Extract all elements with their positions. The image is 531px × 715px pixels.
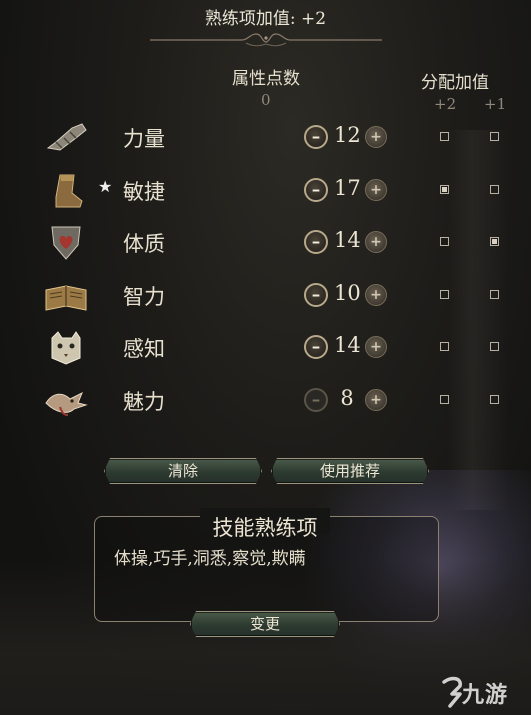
bonus-plus1-checkbox[interactable]	[490, 185, 499, 194]
increase-button[interactable]: +	[365, 336, 387, 358]
owlbear-icon	[51, 331, 81, 365]
ability-score: 14	[334, 228, 361, 252]
decrease-button[interactable]: –	[304, 283, 328, 307]
clear-button[interactable]: 清除	[104, 458, 262, 484]
bonus-plus2-checkbox[interactable]	[440, 132, 449, 141]
bonus-plus2-header: +2	[434, 95, 457, 113]
attribute-points-label: 属性点数	[232, 69, 300, 89]
skill-proficiencies-title: 技能熟练项	[212, 516, 318, 540]
ability-name: 力量	[123, 127, 165, 151]
increase-button[interactable]: +	[365, 179, 387, 201]
decrease-button[interactable]: –	[304, 125, 328, 149]
primary-ability-star: ★	[98, 177, 113, 196]
skill-proficiencies-list: 体操,巧手,洞悉,察觉,欺瞒	[114, 549, 306, 569]
ornament-divider	[150, 33, 382, 47]
ability-row: 体质 –14 +	[0, 219, 531, 267]
ability-row: 力量 –12 +	[0, 114, 531, 162]
increase-button[interactable]: +	[365, 284, 387, 306]
decrease-button[interactable]: –	[304, 178, 328, 202]
gauntlet-icon	[46, 123, 87, 151]
ability-row: 感知 –14 +	[0, 324, 531, 372]
ability-score: 14	[334, 333, 361, 357]
ability-score: 12	[334, 123, 361, 147]
ability-row: 智力 –10 +	[0, 272, 531, 320]
ability-name: 体质	[123, 232, 165, 256]
watermark-text: 九游	[462, 683, 509, 708]
ability-name: 感知	[123, 337, 165, 361]
ability-row: ★ 敏捷 –17 +	[0, 167, 531, 215]
bonus-plus1-header: +1	[484, 95, 507, 113]
open-book-icon	[45, 285, 87, 311]
ability-name: 魅力	[123, 390, 165, 414]
proficiency-bonus-title: 熟练项加值: +2	[204, 9, 327, 29]
bonus-plus2-checkbox[interactable]	[440, 342, 449, 351]
decrease-button[interactable]: –	[304, 388, 328, 412]
attribute-points-value: 0	[261, 91, 271, 109]
bonus-plus2-checkbox[interactable]	[440, 185, 449, 194]
bird-icon	[45, 391, 88, 416]
ability-score: 17	[334, 176, 361, 200]
use-recommended-button[interactable]: 使用推荐	[271, 458, 429, 484]
bonus-plus1-checkbox[interactable]	[490, 237, 499, 246]
bonus-plus1-checkbox[interactable]	[490, 290, 499, 299]
increase-button[interactable]: +	[365, 231, 387, 253]
bonus-plus2-checkbox[interactable]	[440, 395, 449, 404]
change-button[interactable]: 变更	[190, 611, 340, 637]
ability-row: 魅力 –8 +	[0, 377, 531, 425]
bonus-plus2-checkbox[interactable]	[440, 237, 449, 246]
increase-button[interactable]: +	[365, 389, 387, 411]
bonus-plus1-checkbox[interactable]	[490, 132, 499, 141]
bonus-plus2-checkbox[interactable]	[440, 290, 449, 299]
bonus-plus1-checkbox[interactable]	[490, 395, 499, 404]
bonus-plus1-checkbox[interactable]	[490, 342, 499, 351]
decrease-button[interactable]: –	[304, 230, 328, 254]
ability-score: 10	[334, 281, 361, 305]
bonus-allocation-label: 分配加值	[421, 73, 489, 93]
ability-name: 敏捷	[123, 180, 165, 204]
heart-shield-icon	[51, 226, 81, 260]
ability-score: 8	[340, 386, 354, 410]
increase-button[interactable]: +	[365, 126, 387, 148]
ability-name: 智力	[123, 285, 165, 309]
decrease-button[interactable]: –	[304, 335, 328, 359]
boot-icon	[55, 174, 83, 208]
